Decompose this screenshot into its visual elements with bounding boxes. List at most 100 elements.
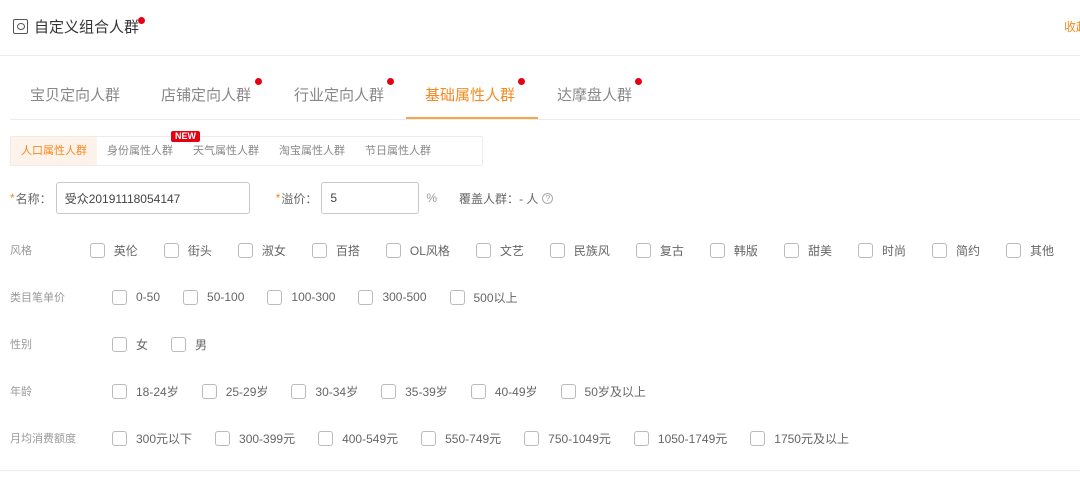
checkbox[interactable] (163, 242, 179, 258)
checkbox[interactable] (89, 242, 105, 258)
filter-option[interactable]: OL风格 (385, 242, 450, 259)
checkbox[interactable] (381, 383, 397, 399)
filter-option[interactable]: 25-29岁 (201, 383, 268, 400)
help-icon[interactable]: ? (542, 192, 554, 204)
filter-option[interactable]: 韩版 (709, 242, 758, 259)
checkbox[interactable] (112, 430, 127, 446)
filter-option[interactable]: 300-399元 (215, 430, 295, 447)
sub-tabs: 人口属性人群 身份属性人群 天气属性人群 淘宝属性人群 节日属性人群 (10, 136, 483, 166)
tab-damopan-audience[interactable]: 达摩盘人群 (557, 84, 632, 105)
filter-option[interactable]: 简约 (931, 242, 980, 259)
name-label: 名称： (15, 191, 52, 206)
filter-option[interactable]: 300元以下 (112, 430, 192, 447)
tab-basic-attribute-audience[interactable]: 基础属性人群 (425, 84, 515, 105)
collapse-link[interactable]: 收起 (1064, 18, 1080, 35)
option-label: 民族风 (573, 243, 610, 258)
percent-sign: % (426, 191, 438, 205)
checkbox[interactable] (201, 383, 217, 399)
notification-dot (138, 17, 145, 24)
checkbox[interactable] (449, 289, 465, 305)
filter-option[interactable]: 50岁及以上 (560, 383, 646, 400)
checkbox[interactable] (291, 383, 307, 399)
filter-option[interactable]: 女 (112, 336, 148, 353)
filter-option[interactable]: 18-24岁 (112, 383, 179, 400)
checkbox[interactable] (237, 242, 253, 258)
name-input[interactable] (55, 182, 250, 214)
filter-option[interactable]: 甜美 (783, 242, 832, 259)
filter-option[interactable]: 30-34岁 (291, 383, 358, 400)
checkbox[interactable] (470, 383, 486, 399)
filter-option[interactable]: 100-300 (267, 289, 335, 305)
filter-row: 类目笔单价 0-50 50-100 100-300 300-500 500以上 (10, 287, 1080, 307)
option-label: 30-34岁 (315, 384, 359, 399)
checkbox[interactable] (421, 430, 437, 446)
filter-option[interactable]: 550-749元 (421, 430, 501, 447)
subtab-identity[interactable]: 身份属性人群 (97, 137, 183, 165)
filter-option[interactable]: 300-500 (358, 289, 427, 305)
filter-option[interactable]: 男 (171, 336, 207, 353)
option-label: 男 (195, 337, 208, 352)
checkbox[interactable] (635, 242, 651, 258)
subtab-demographic[interactable]: 人口属性人群 (11, 137, 97, 165)
option-label: OL风格 (409, 243, 450, 258)
filter-row: 年龄 18-24岁 25-29岁 30-34岁 35-39岁 40-49岁 50岁及以上 (10, 381, 1080, 401)
subtab-taobao[interactable]: 淘宝属性人群 (269, 137, 355, 165)
checkbox[interactable] (112, 336, 127, 352)
checkbox[interactable] (475, 242, 491, 258)
filter-option[interactable]: 1750元及以上 (750, 430, 849, 447)
checkbox[interactable] (385, 242, 401, 258)
checkbox[interactable] (549, 242, 565, 258)
filter-option[interactable]: 淑女 (237, 242, 286, 259)
subtab-holiday[interactable]: 节日属性人群 (355, 137, 441, 165)
filter-option[interactable]: 40-49岁 (470, 383, 538, 400)
filter-option[interactable]: 750-1049元 (524, 430, 611, 447)
filter-option[interactable]: 0-50 (112, 289, 160, 305)
checkbox[interactable] (311, 242, 327, 258)
filter-option[interactable]: 民族风 (549, 242, 610, 259)
filter-option[interactable]: 500以上 (449, 289, 518, 306)
checkbox[interactable] (633, 430, 649, 446)
checkbox[interactable] (318, 430, 334, 446)
filter-option[interactable]: 英伦 (89, 242, 138, 259)
notification-dot (255, 78, 262, 85)
filter-option[interactable]: 50-100 (183, 289, 244, 305)
filter-option[interactable]: 时尚 (857, 242, 906, 259)
checkbox[interactable] (709, 242, 725, 258)
filter-option[interactable]: 其他 (1005, 242, 1054, 259)
option-label: 简约 (955, 243, 980, 258)
checkbox[interactable] (215, 430, 231, 446)
checkbox[interactable] (112, 383, 127, 399)
checkbox[interactable] (931, 242, 947, 258)
filter-row: 月均消费额度 300元以下 300-399元 400-549元 550-749元 750-… (10, 428, 1080, 448)
checkbox[interactable] (560, 383, 576, 399)
tab-industry-audience[interactable]: 行业定向人群 (294, 84, 384, 105)
checkbox[interactable] (267, 289, 283, 305)
filter-option[interactable]: 街头 (163, 242, 212, 259)
tab-item-audience[interactable]: 宝贝定向人群 (30, 84, 120, 105)
filter-option[interactable]: 1050-1749元 (633, 430, 728, 447)
coverage-value: - 人 (519, 191, 539, 206)
checkbox[interactable] (750, 430, 766, 446)
filter-option[interactable]: 35-39岁 (381, 383, 448, 400)
tab-store-audience[interactable]: 店铺定向人群 (161, 84, 251, 105)
option-label: 时尚 (881, 243, 906, 258)
filter-option[interactable]: 百搭 (311, 242, 360, 259)
filter-option[interactable]: 400-549元 (318, 430, 398, 447)
checkbox[interactable] (112, 289, 127, 305)
checkbox[interactable] (183, 289, 199, 305)
checkbox[interactable] (857, 242, 873, 258)
option-label: 35-39岁 (405, 384, 448, 399)
option-label: 1050-1749元 (657, 431, 728, 446)
notification-dot (518, 78, 525, 85)
checkbox[interactable] (783, 242, 799, 258)
checkbox[interactable] (358, 289, 374, 305)
option-label: 街头 (187, 243, 212, 258)
checkbox[interactable] (171, 336, 187, 352)
premium-input[interactable] (321, 182, 420, 214)
filter-option[interactable]: 复古 (635, 242, 684, 259)
checkbox[interactable] (524, 430, 540, 446)
required-mark: * (275, 191, 281, 205)
notification-dot (387, 78, 394, 85)
checkbox[interactable] (1005, 242, 1021, 258)
filter-option[interactable]: 文艺 (475, 242, 524, 259)
